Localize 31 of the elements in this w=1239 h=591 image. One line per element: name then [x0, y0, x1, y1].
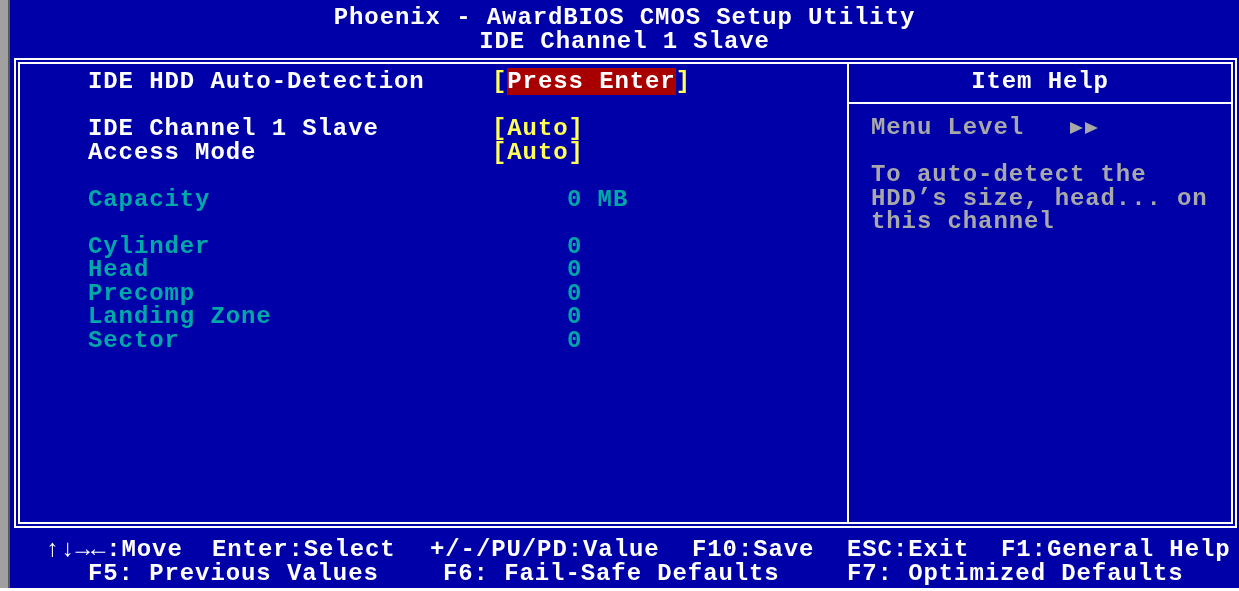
page-subtitle: IDE Channel 1 Slave: [479, 29, 770, 53]
help-text: To auto-detect the HDD’s size, head... on this channel: [871, 163, 1209, 234]
info-value: 0: [567, 305, 583, 329]
key-hint: F10:Save: [692, 538, 816, 562]
info-value: 0: [567, 328, 583, 352]
key-hint: F7: Optimized Defaults: [847, 561, 1184, 585]
setting-value[interactable]: [Auto]: [492, 140, 584, 164]
info-label: Landing Zone: [88, 305, 273, 329]
window-title: Phoenix - AwardBIOS CMOS Setup Utility: [333, 6, 916, 30]
info-label: Precomp: [88, 281, 197, 305]
info-value: 0: [567, 258, 583, 282]
key-hint: ESC:Exit: [847, 538, 970, 562]
info-label: Capacity: [88, 187, 212, 211]
key-hint: ↑↓→←:Move: [45, 538, 183, 562]
help-title: Item Help: [849, 64, 1231, 104]
info-label: Sector: [88, 328, 180, 352]
info-label: Head: [88, 258, 150, 282]
info-value: 0: [567, 234, 583, 258]
key-hint: F1:General Help: [1001, 538, 1232, 562]
menu-level-label: Menu Level: [871, 116, 1025, 140]
info-value: 0 MB: [567, 187, 629, 211]
key-hint: F6: Fail-Safe Defaults: [443, 561, 781, 585]
info-label: Cylinder: [88, 234, 212, 258]
info-value: 0: [567, 281, 583, 305]
key-hint: Enter:Select: [212, 538, 397, 562]
setting-label: IDE Channel 1 Slave: [88, 117, 380, 141]
setting-label: IDE HDD Auto-Detection: [88, 70, 426, 94]
key-hint: F5: Previous Values: [88, 561, 380, 585]
key-hint: +/-/PU/PD:Value: [430, 538, 660, 562]
setting-value[interactable]: [Auto]: [492, 117, 584, 141]
setting-label: Access Mode: [88, 140, 258, 164]
